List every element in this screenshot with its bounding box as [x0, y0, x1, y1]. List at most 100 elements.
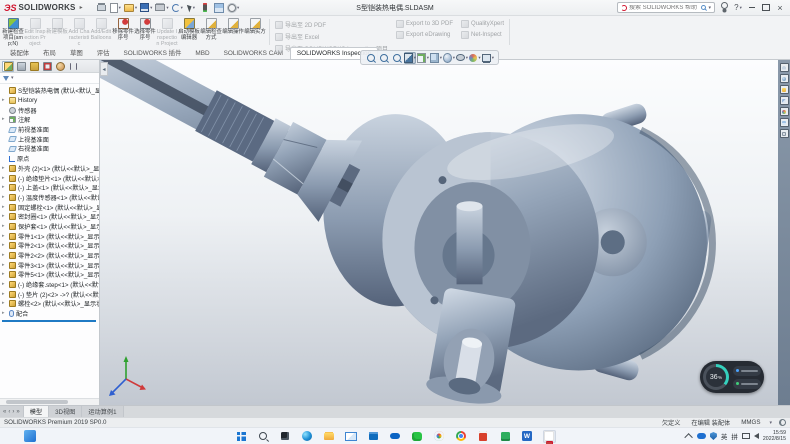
- displaymanager-icon[interactable]: [54, 61, 66, 72]
- view-settings-icon[interactable]: [482, 52, 494, 64]
- document-tab[interactable]: 3D视图: [49, 406, 82, 417]
- ribbon-button[interactable]: Update Inspection Project: [156, 17, 178, 47]
- feature-tree-item[interactable]: 零件3<1> (默认<<默认>_显示状: [0, 260, 99, 270]
- cast-icon[interactable]: [742, 433, 750, 439]
- expand-arrow-icon[interactable]: [2, 282, 7, 287]
- edit-appearance-icon[interactable]: [469, 52, 481, 64]
- ribbon-button[interactable]: 新建检查项目(amp;N): [2, 17, 24, 47]
- notes-icon[interactable]: [499, 430, 512, 443]
- expand-arrow-icon[interactable]: [2, 301, 7, 306]
- feature-tree-item[interactable]: (-) 绝缘套.step<1> (默认<<默认>: [0, 280, 99, 290]
- feature-tree-item[interactable]: 螺栓<2> (默认<<默认>_显示状态: [0, 299, 99, 309]
- export-button[interactable]: Export eDrawing: [396, 31, 453, 39]
- command-tab[interactable]: 布局: [36, 45, 63, 59]
- hide-show-icon[interactable]: [456, 52, 468, 64]
- custom-properties-icon[interactable]: [780, 129, 789, 138]
- ribbon-button[interactable]: 编辑实方: [244, 17, 266, 47]
- dimxpertmanager-icon[interactable]: [41, 61, 53, 72]
- zoom-area-icon[interactable]: [378, 52, 390, 64]
- defender-icon[interactable]: [710, 432, 717, 440]
- expand-arrow-icon[interactable]: [2, 253, 7, 258]
- feature-tree-item[interactable]: 配合: [0, 309, 99, 319]
- solidworks-logo[interactable]: ЭS SOLIDWORKS ▸: [4, 3, 83, 13]
- expand-arrow-icon[interactable]: [2, 272, 7, 277]
- ribbon-button[interactable]: 启动模板编辑器: [178, 17, 200, 47]
- filter-caret-icon[interactable]: ▾: [11, 75, 14, 81]
- featuremanager-tree-icon[interactable]: [2, 61, 14, 72]
- tab-last-icon[interactable]: »: [16, 409, 19, 415]
- save-icon[interactable]: [139, 1, 153, 14]
- chrome-icon[interactable]: [455, 430, 468, 443]
- export-button[interactable]: Net-Inspect: [461, 31, 504, 39]
- feature-tree-item[interactable]: 保护套<1> (默认<<默认>_显示状: [0, 222, 99, 232]
- annotation-views-icon[interactable]: [417, 52, 429, 64]
- section-view-icon[interactable]: [404, 52, 416, 64]
- undo-icon[interactable]: [171, 1, 184, 14]
- print-icon[interactable]: [154, 1, 169, 14]
- feature-tree-item[interactable]: 零件5<1> (默认<<默认>_显示状: [0, 270, 99, 280]
- feature-tree-item[interactable]: 原点: [0, 154, 99, 164]
- speaker-icon[interactable]: [754, 433, 759, 439]
- expand-arrow-icon[interactable]: [2, 243, 7, 248]
- unit-system-selector[interactable]: MMGS: [739, 419, 762, 426]
- expand-arrow-icon[interactable]: [2, 224, 7, 229]
- export-button[interactable]: Export to 3D PDF: [396, 20, 453, 28]
- wps-icon[interactable]: [521, 430, 534, 443]
- display-settings-icon[interactable]: [213, 1, 226, 14]
- feature-tree-item[interactable]: 前视基准面: [0, 125, 99, 135]
- feature-tree-item[interactable]: (-) 上盖<1> (默认<<默认>_显示状: [0, 183, 99, 193]
- feature-tree-item[interactable]: (-) 温度传感器<1> (默认<<默认>_: [0, 193, 99, 203]
- wechat-icon[interactable]: [411, 430, 424, 443]
- expand-arrow-icon[interactable]: [2, 185, 7, 190]
- feature-tree-item[interactable]: History: [0, 96, 99, 106]
- document-tab[interactable]: 运动算例1: [82, 406, 123, 417]
- filter-icon[interactable]: [3, 76, 9, 81]
- view-palette-icon[interactable]: [780, 96, 789, 105]
- panel-overflow-icon[interactable]: [67, 61, 79, 72]
- clock[interactable]: 15:59 2022/8/15: [763, 430, 786, 443]
- expand-arrow-icon[interactable]: [2, 205, 7, 210]
- feature-tree-item[interactable]: 零件2<2> (默认<<默认>_显示状: [0, 251, 99, 261]
- unit-caret-icon[interactable]: ▾: [769, 420, 772, 426]
- file-explorer-icon[interactable]: [780, 85, 789, 94]
- recorder-button-bottom[interactable]: [733, 379, 761, 389]
- snip-icon[interactable]: [279, 430, 292, 443]
- tray-overflow-icon[interactable]: [684, 433, 692, 441]
- explorer-icon[interactable]: [323, 430, 336, 443]
- ribbon-button[interactable]: Add/Edit Balloons: [90, 17, 112, 47]
- login-icon[interactable]: [718, 2, 730, 14]
- edge-icon[interactable]: [301, 430, 314, 443]
- feature-tree-item[interactable]: 零件2<1> (默认<<默认>_显示状: [0, 241, 99, 251]
- feature-tree-item[interactable]: 注解: [0, 115, 99, 125]
- search-input[interactable]: [629, 5, 699, 11]
- onedrive-icon[interactable]: [389, 430, 402, 443]
- web-help-icon[interactable]: [779, 419, 786, 426]
- design-library-icon[interactable]: [780, 74, 789, 83]
- assembly-3d-model[interactable]: [100, 60, 778, 405]
- expand-arrow-icon[interactable]: [2, 234, 7, 239]
- resources-icon[interactable]: [780, 63, 789, 72]
- search-box[interactable]: ▾: [617, 2, 715, 13]
- expand-arrow-icon[interactable]: [2, 166, 7, 171]
- expand-arrow-icon[interactable]: [2, 98, 7, 103]
- configurationmanager-icon[interactable]: [28, 61, 40, 72]
- previous-view-icon[interactable]: [391, 52, 403, 64]
- feature-tree-item[interactable]: 外壳 (2)<1> (默认<<默认>_显示状: [0, 164, 99, 174]
- document-tab[interactable]: 模型: [24, 406, 49, 417]
- feature-tree-item[interactable]: 固定螺栓<1> (默认<<默认>_显示: [0, 202, 99, 212]
- onedrive-tray-icon[interactable]: [697, 433, 706, 439]
- ime-indicator[interactable]: 拼: [731, 431, 738, 441]
- new-document-icon[interactable]: [109, 1, 122, 14]
- feature-tree-item[interactable]: (-) 绝缘垫片<1> (默认<<默认>_显: [0, 173, 99, 183]
- dictionary-icon[interactable]: [477, 430, 490, 443]
- appearances-icon[interactable]: [780, 107, 789, 116]
- ribbon-button[interactable]: 移除零件序号: [112, 17, 134, 47]
- tab-prev-icon[interactable]: ‹: [8, 409, 10, 415]
- ribbon-button[interactable]: 选择零件序号: [134, 17, 156, 47]
- command-tab[interactable]: 草图: [63, 45, 90, 59]
- tab-next-icon[interactable]: ›: [12, 409, 14, 415]
- ribbon-button[interactable]: 编辑操作: [222, 17, 244, 47]
- command-tab[interactable]: 评估: [90, 45, 117, 59]
- restore-icon[interactable]: [760, 2, 772, 14]
- command-tab[interactable]: SOLIDWORKS 插件: [117, 45, 189, 59]
